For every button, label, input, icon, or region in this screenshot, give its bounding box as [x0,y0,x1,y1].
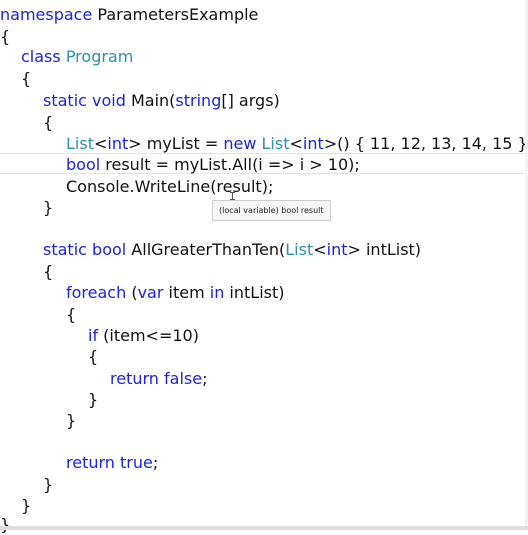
keyword-int: int [107,134,129,153]
code-text: result = myList.All(i => i > 10); [100,155,360,174]
keyword-bool: bool [92,240,127,259]
code-text: > myList = [128,134,224,153]
keyword-in: in [209,283,225,302]
keyword-return: return [110,369,159,388]
code-text: intList) [224,283,285,302]
code-text: item [163,283,210,302]
code-line-main-signature: static void Main(string[] args) [43,90,280,111]
code-line-bool-result: bool result = myList.All(i => i > 10); [66,154,360,175]
brace: } [0,515,11,534]
code-line-brace: { [88,346,98,367]
type-list: List [285,240,314,259]
code-text: (item<=10) [98,326,199,345]
code-line-method-signature: static bool AllGreaterThanTen(List<int> … [43,239,421,260]
code-line-list-declaration: List<int> myList = new List<int>() { 11,… [66,133,528,154]
keyword-namespace: namespace [0,5,93,24]
code-line-return-false: return false; [110,368,207,389]
angle-bracket: < [93,134,108,153]
code-line-brace: } [66,410,76,431]
code-line-brace: { [21,68,31,89]
method-name: Main( [130,91,176,110]
code-line-console-writeline: Console.WriteLine(result); [66,176,273,197]
brace: } [88,390,99,409]
brace: { [43,262,54,281]
brace: { [0,27,11,46]
code-line-namespace: namespace ParametersExample [0,4,258,25]
code-line-brace: } [0,514,10,535]
keyword-string: string [175,91,222,110]
text-cursor-icon [230,192,235,200]
code-line-if: if (item<=10) [88,325,199,346]
code-text: >() { 11, 12, 13, 14, 15 }; [323,134,528,153]
code-line-brace: } [43,474,53,495]
keyword-false: false [164,369,203,388]
code-line-brace: } [88,389,98,410]
code-line-brace: { [66,304,76,325]
angle-bracket: < [313,240,327,259]
brace: } [43,475,54,494]
keyword-var: var [137,283,164,302]
code-line-foreach: foreach (var item in intList) [66,282,285,303]
type-list: List [66,134,94,153]
code-line-brace: { [0,26,10,47]
horizontal-scrollbar[interactable] [0,526,528,530]
method-name: AllGreaterThanTen( [126,240,286,259]
keyword-int: int [302,134,324,153]
method-params: > intList) [347,240,422,259]
code-line-brace: } [21,495,31,516]
keyword-void: void [92,91,126,110]
angle-bracket: < [289,134,303,153]
keyword-new: new [223,134,257,153]
keyword-return: return [66,453,115,472]
quickinfo-tooltip: (local variable) bool result [212,200,331,221]
keyword-foreach: foreach [66,283,127,302]
keyword-true: true [120,453,153,472]
code-text: ( [126,283,138,302]
keyword-int: int [326,240,348,259]
code-line-brace: { [43,261,53,282]
brace: { [88,347,99,366]
code-line-class: class Program [21,46,133,67]
brace: } [66,411,77,430]
semicolon: ; [202,369,208,388]
keyword-class: class [21,47,61,66]
keyword-if: if [88,326,99,345]
keyword-bool: bool [66,155,101,174]
type-list: List [261,134,290,153]
code-line-brace: { [43,112,53,133]
brace: { [66,305,77,324]
keyword-static: static [43,240,87,259]
brace: } [21,496,32,515]
semicolon: ; [152,453,159,472]
code-text: Console.WriteLine(result); [66,177,274,196]
brace: } [43,198,54,217]
namespace-name: ParametersExample [92,5,259,24]
brace: { [21,69,32,88]
code-line-return-true: return true; [66,452,158,473]
code-line-brace: } [43,197,53,218]
class-name: Program [65,47,134,66]
brace: { [43,113,54,132]
code-editor[interactable]: namespace ParametersExample { class Prog… [0,0,528,534]
method-params: [] args) [221,91,280,110]
keyword-static: static [43,91,87,110]
